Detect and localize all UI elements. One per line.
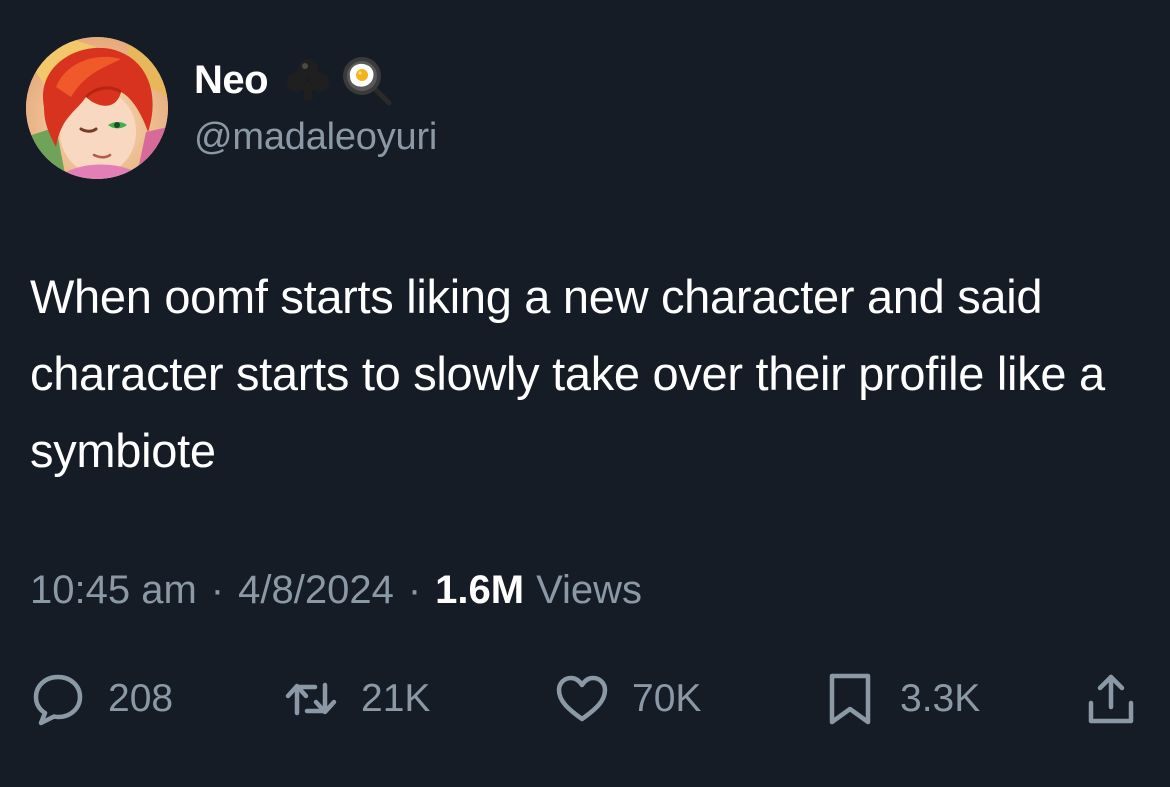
views-label: Views xyxy=(536,568,643,612)
retweet-arrows-icon xyxy=(283,671,339,727)
avatar-image xyxy=(26,37,168,179)
bookmark-icon xyxy=(822,671,878,727)
retweet-button[interactable]: 21K xyxy=(283,668,430,730)
like-button[interactable]: 70K xyxy=(554,668,701,730)
bookmark-count: 3.3K xyxy=(900,677,981,720)
avatar[interactable] xyxy=(26,37,168,179)
tweet-card: Neo @madaleoyuri When oomf starts liking… xyxy=(0,0,1170,787)
heart-icon xyxy=(554,671,610,727)
speech-bubble-icon xyxy=(30,671,86,727)
meta-separator: · xyxy=(407,568,422,612)
bookmark-button[interactable]: 3.3K xyxy=(822,668,980,730)
user-handle[interactable]: @madaleoyuri xyxy=(194,116,437,159)
reply-button[interactable]: 208 xyxy=(30,668,173,730)
share-upload-icon xyxy=(1083,671,1139,727)
tweet-meta: 10:45 am · 4/8/2024 · 1.6M Views xyxy=(30,568,642,613)
reply-count: 208 xyxy=(108,677,174,720)
tweet-time[interactable]: 10:45 am xyxy=(30,568,197,613)
tweet-text: When oomf starts liking a new character … xyxy=(30,270,1105,477)
name-row: Neo xyxy=(194,52,392,108)
display-name[interactable]: Neo xyxy=(194,58,269,103)
retweet-count: 21K xyxy=(361,677,431,720)
share-button[interactable] xyxy=(1083,668,1139,730)
frying-pan-egg-emoji-icon xyxy=(340,54,392,106)
action-bar: 208 21K 70K 3.3K xyxy=(0,668,1170,730)
tweet-date[interactable]: 4/8/2024 xyxy=(238,568,394,613)
meta-separator: · xyxy=(210,568,225,612)
like-count: 70K xyxy=(632,677,702,720)
club-suit-emoji-icon xyxy=(282,54,334,106)
views-count: 1.6M xyxy=(435,568,525,612)
